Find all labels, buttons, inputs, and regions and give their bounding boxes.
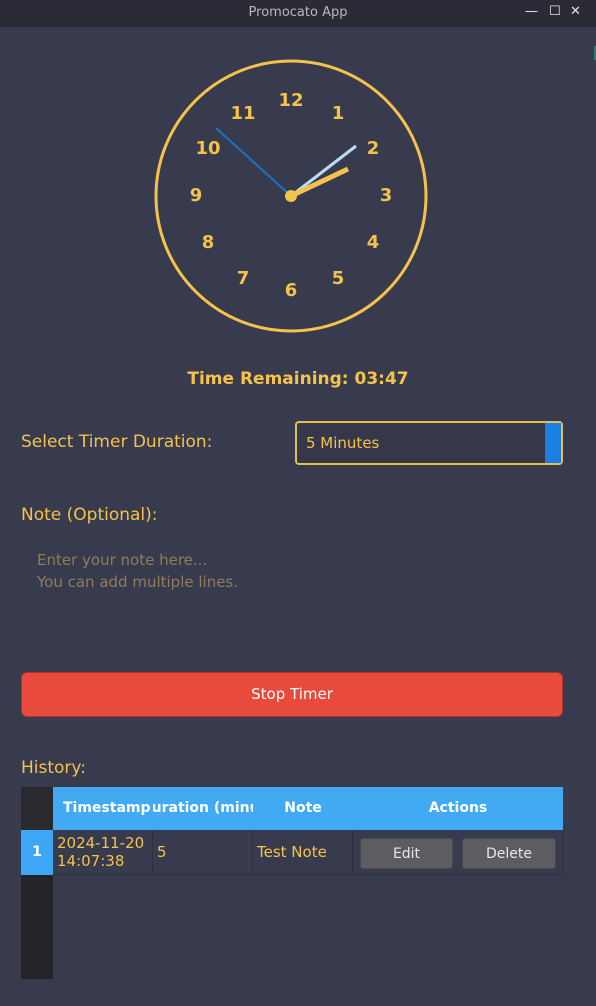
title-bar: Promocato App — ☐ ✕ bbox=[0, 0, 596, 27]
timestamp-date: 2024-11-20 bbox=[57, 834, 145, 852]
column-header-timestamp[interactable]: Timestamp bbox=[53, 787, 154, 830]
minute-hand bbox=[215, 127, 292, 197]
time-remaining: Time Remaining: 03:47 bbox=[187, 369, 409, 389]
clock-number-11: 11 bbox=[230, 103, 256, 124]
note-placeholder-line-2: You can add multiple lines. bbox=[37, 573, 239, 591]
window-title: Promocato App bbox=[248, 5, 348, 20]
column-header-note[interactable]: Note bbox=[253, 787, 354, 830]
clock-number-8: 8 bbox=[201, 232, 215, 253]
table-cell-timestamp[interactable]: 2024-11-20 14:07:38 bbox=[53, 830, 153, 875]
clock-number-2: 2 bbox=[366, 138, 380, 159]
duration-select[interactable]: 5 Minutes bbox=[295, 421, 563, 465]
column-header-duration[interactable]: Duration (minutes) bbox=[153, 787, 254, 830]
clock-number-7: 7 bbox=[236, 268, 250, 289]
stop-timer-button[interactable]: Stop Timer bbox=[21, 672, 563, 717]
note-textarea[interactable]: Enter your note here... You can add mult… bbox=[21, 540, 563, 650]
clock-number-9: 9 bbox=[189, 185, 203, 206]
note-label: Note (Optional): bbox=[21, 505, 158, 525]
clock-number-4: 4 bbox=[366, 232, 380, 253]
table-cell-note[interactable]: Test Note bbox=[253, 830, 353, 875]
clock-number-10: 10 bbox=[195, 138, 221, 159]
close-icon[interactable]: ✕ bbox=[570, 4, 581, 19]
duration-selected-value: 5 Minutes bbox=[306, 434, 380, 452]
duration-label: Select Timer Duration: bbox=[21, 432, 213, 452]
note-placeholder-line-1: Enter your note here... bbox=[37, 551, 208, 569]
clock-number-1: 1 bbox=[331, 103, 345, 124]
history-table: Timestamp Duration (minutes) Note Action… bbox=[21, 787, 563, 979]
row-number[interactable]: 1 bbox=[21, 830, 53, 875]
clock-center bbox=[285, 190, 297, 202]
table-cell-duration[interactable]: 5 bbox=[153, 830, 253, 875]
clock-number-5: 5 bbox=[331, 268, 345, 289]
timestamp-time: 14:07:38 bbox=[57, 852, 125, 870]
history-label: History: bbox=[21, 758, 86, 778]
clock-number-6: 6 bbox=[284, 280, 298, 301]
edit-button[interactable]: Edit bbox=[360, 838, 453, 869]
table-corner bbox=[21, 787, 53, 830]
clock-number-3: 3 bbox=[379, 185, 393, 206]
delete-button[interactable]: Delete bbox=[462, 838, 556, 869]
dropdown-arrow-icon[interactable] bbox=[545, 423, 561, 463]
analog-clock: 12 1 2 3 4 5 6 7 8 9 10 11 bbox=[154, 59, 428, 333]
column-header-actions[interactable]: Actions bbox=[353, 787, 563, 830]
maximize-icon[interactable]: ☐ bbox=[549, 4, 561, 19]
clock-number-12: 12 bbox=[278, 90, 304, 111]
minimize-icon[interactable]: — bbox=[525, 4, 538, 19]
